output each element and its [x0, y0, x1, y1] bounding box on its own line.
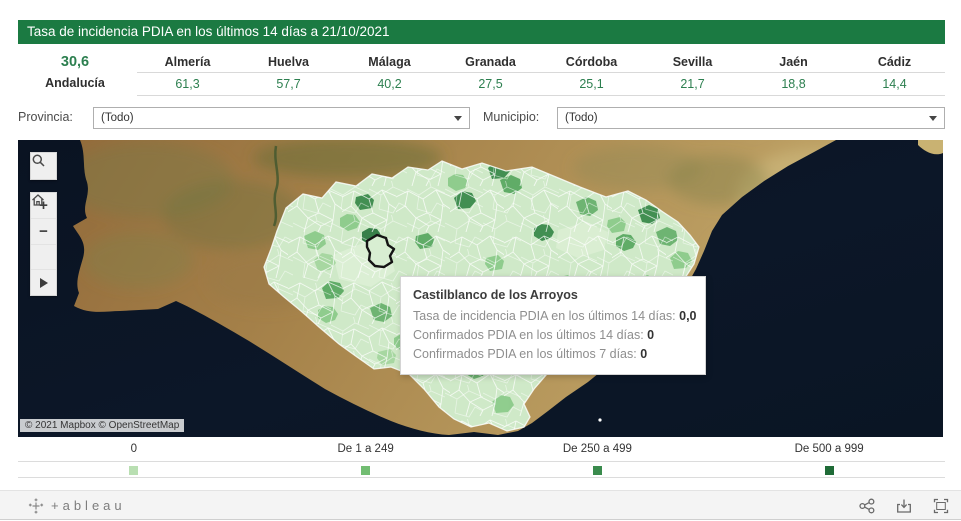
choropleth-map[interactable]: + − Castilblanco de los Arroyos Tasa de … [18, 140, 943, 437]
legend-item[interactable]: 0 [18, 440, 250, 475]
province-column: Córdoba 25,1 [541, 53, 642, 96]
province-column: Huelva 57,7 [238, 53, 339, 96]
province-value[interactable]: 40,2 [339, 73, 440, 96]
provincia-dropdown-value: (Todo) [101, 112, 134, 124]
tableau-wordmark: +ableau [51, 498, 126, 513]
map-search-button[interactable] [30, 152, 57, 180]
arrow-right-icon [40, 278, 48, 288]
window-bottom-edge [0, 519, 961, 520]
province-value[interactable]: 18,8 [743, 73, 844, 96]
page-title: Tasa de incidencia PDIA en los últimos 1… [18, 20, 945, 44]
legend-swatch[interactable] [361, 466, 370, 475]
tooltip-row: Tasa de incidencia PDIA en los últimos 1… [413, 307, 693, 326]
share-icon [858, 497, 876, 515]
province-name: Almería [137, 53, 238, 73]
map-attribution[interactable]: © 2021 Mapbox © OpenStreetMap [20, 419, 184, 432]
color-legend: 0 De 1 a 249 De 250 a 499 De 500 a 999 [18, 440, 945, 480]
tableau-toolbar: +ableau [0, 490, 961, 520]
province-value[interactable]: 14,4 [844, 73, 945, 96]
province-value[interactable]: 27,5 [440, 73, 541, 96]
fullscreen-button[interactable] [931, 496, 951, 516]
province-column: Málaga 40,2 [339, 53, 440, 96]
province-column: Jaén 18,8 [743, 53, 844, 96]
region-summary: 30,6 Andalucía [18, 53, 132, 95]
province-value[interactable]: 21,7 [642, 73, 743, 96]
fullscreen-icon [932, 497, 950, 515]
province-table: Almería 61,3 Huelva 57,7 Málaga 40,2 Gra… [137, 53, 945, 96]
province-value[interactable]: 61,3 [137, 73, 238, 96]
legend-swatch[interactable] [593, 466, 602, 475]
map-location-dot [598, 418, 601, 421]
province-name: Jaén [743, 53, 844, 73]
chevron-down-icon [454, 116, 462, 121]
province-value[interactable]: 57,7 [238, 73, 339, 96]
map-zoom-controls: + − [30, 192, 57, 296]
province-name: Cádiz [844, 53, 945, 73]
legend-swatch[interactable] [129, 466, 138, 475]
map-tooltip: Castilblanco de los Arroyos Tasa de inci… [400, 276, 706, 375]
legend-item[interactable]: De 250 a 499 [482, 440, 714, 475]
download-button[interactable] [894, 496, 914, 516]
tableau-logo[interactable]: +ableau [28, 491, 126, 520]
province-name: Córdoba [541, 53, 642, 73]
tooltip-row: Confirmados PDIA en los últimos 14 días:… [413, 326, 693, 345]
dashboard: Tasa de incidencia PDIA en los últimos 1… [0, 0, 961, 521]
region-summary-label: Andalucía [18, 72, 132, 95]
province-column: Sevilla 21,7 [642, 53, 743, 96]
legend-swatch[interactable] [825, 466, 834, 475]
province-name: Sevilla [642, 53, 743, 73]
search-icon [31, 153, 46, 168]
filter-row: Provincia: (Todo) Municipio: (Todo) [18, 106, 945, 130]
legend-divider [18, 477, 945, 478]
zoom-out-button[interactable]: − [31, 218, 56, 244]
tableau-mark-icon [28, 498, 44, 514]
province-column: Cádiz 14,4 [844, 53, 945, 96]
provincia-dropdown[interactable]: (Todo) [93, 107, 470, 129]
tooltip-row: Confirmados PDIA en los últimos 7 días: … [413, 345, 693, 364]
province-name: Málaga [339, 53, 440, 73]
province-column: Almería 61,3 [137, 53, 238, 96]
map-toolbar-expand-button[interactable] [31, 269, 56, 295]
province-name: Granada [440, 53, 541, 73]
chevron-down-icon [929, 116, 937, 121]
home-icon [31, 193, 45, 207]
legend-item[interactable]: De 1 a 249 [250, 440, 482, 475]
download-icon [895, 497, 913, 515]
region-summary-value: 30,6 [18, 53, 132, 72]
province-name: Huelva [238, 53, 339, 73]
legend-item[interactable]: De 500 a 999 [713, 440, 945, 475]
share-button[interactable] [857, 496, 877, 516]
municipio-filter-label: Municipio: [483, 110, 539, 124]
province-column: Granada 27,5 [440, 53, 541, 96]
municipio-dropdown-value: (Todo) [565, 112, 598, 124]
province-value[interactable]: 25,1 [541, 73, 642, 96]
provincia-filter-label: Provincia: [18, 110, 73, 124]
tooltip-title: Castilblanco de los Arroyos [413, 286, 693, 305]
municipio-dropdown[interactable]: (Todo) [557, 107, 945, 129]
home-button[interactable] [31, 244, 56, 270]
